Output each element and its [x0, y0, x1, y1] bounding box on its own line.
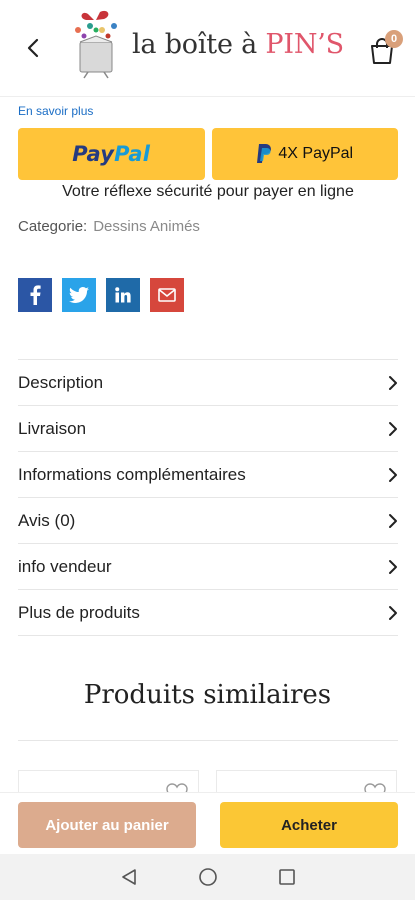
cart-count-badge: 0	[385, 30, 403, 48]
paypal-tagline: Votre réflexe sécurité pour payer en lig…	[62, 183, 354, 200]
buy-now-button[interactable]: Acheter	[220, 802, 398, 848]
back-button[interactable]	[18, 33, 48, 63]
chevron-right-icon	[389, 467, 397, 482]
accordion-description[interactable]: Description	[18, 360, 398, 406]
envelope-icon	[158, 288, 176, 302]
facebook-share-button[interactable]	[18, 278, 52, 312]
purchase-action-bar: Ajouter au panier Acheter	[0, 792, 415, 854]
chevron-right-icon	[389, 421, 397, 436]
accordion-informations[interactable]: Informations complémentaires	[18, 452, 398, 498]
add-to-cart-button[interactable]: Ajouter au panier	[18, 802, 196, 848]
paypal-4x-button[interactable]: 4X PayPal	[211, 128, 398, 180]
category-link[interactable]: Dessins Animés	[93, 218, 200, 235]
brand-logo[interactable]: la boîte à PIN’S	[66, 8, 344, 80]
divider	[18, 740, 398, 741]
chevron-right-icon	[389, 605, 397, 620]
category-label: Categorie:	[18, 218, 88, 235]
chevron-right-icon	[389, 559, 397, 574]
logo-text: la boîte à PIN’S	[132, 28, 344, 60]
gift-box-logo-icon	[75, 10, 117, 79]
linkedin-icon	[115, 287, 131, 303]
paypal-4x-label: 4X PayPal	[256, 144, 353, 164]
linkedin-share-button[interactable]	[106, 278, 140, 312]
accordion-label: info vendeur	[18, 556, 112, 576]
nav-recents-icon[interactable]	[278, 868, 296, 886]
accordion-label: Livraison	[18, 418, 87, 438]
paypal-button[interactable]: PayPal	[18, 128, 205, 180]
email-share-button[interactable]	[150, 278, 184, 312]
learn-more-link[interactable]: En savoir plus	[18, 104, 93, 118]
paypal-logo: PayPal	[72, 142, 151, 166]
facebook-icon	[30, 285, 41, 305]
product-info-accordion: Description Livraison Informations compl…	[18, 359, 398, 636]
chevron-right-icon	[389, 375, 397, 390]
nav-back-icon[interactable]	[120, 868, 138, 886]
paypal-p-icon	[257, 144, 272, 163]
twitter-share-button[interactable]	[62, 278, 96, 312]
nav-home-icon[interactable]	[198, 867, 218, 887]
app-header: la boîte à PIN’S 0	[0, 0, 415, 96]
accordion-livraison[interactable]: Livraison	[18, 406, 398, 452]
chevron-left-icon	[27, 38, 39, 58]
accordion-label: Informations complémentaires	[18, 464, 246, 484]
similar-products-heading: Produits similaires	[83, 680, 332, 710]
accordion-avis[interactable]: Avis (0)	[18, 498, 398, 544]
paypal-buttons: PayPal 4X PayPal	[18, 128, 398, 180]
accordion-info-vendeur[interactable]: info vendeur	[18, 544, 398, 590]
accordion-label: Plus de produits	[18, 602, 140, 622]
chevron-right-icon	[389, 513, 397, 528]
cart-button[interactable]: 0	[365, 30, 403, 68]
accordion-label: Avis (0)	[18, 510, 76, 530]
system-navigation-bar	[0, 854, 415, 900]
product-category: Categorie: Dessins Animés	[18, 218, 200, 235]
accordion-plus-de-produits[interactable]: Plus de produits	[18, 590, 398, 636]
share-buttons	[18, 278, 184, 312]
accordion-label: Description	[18, 372, 104, 392]
twitter-icon	[69, 287, 89, 303]
